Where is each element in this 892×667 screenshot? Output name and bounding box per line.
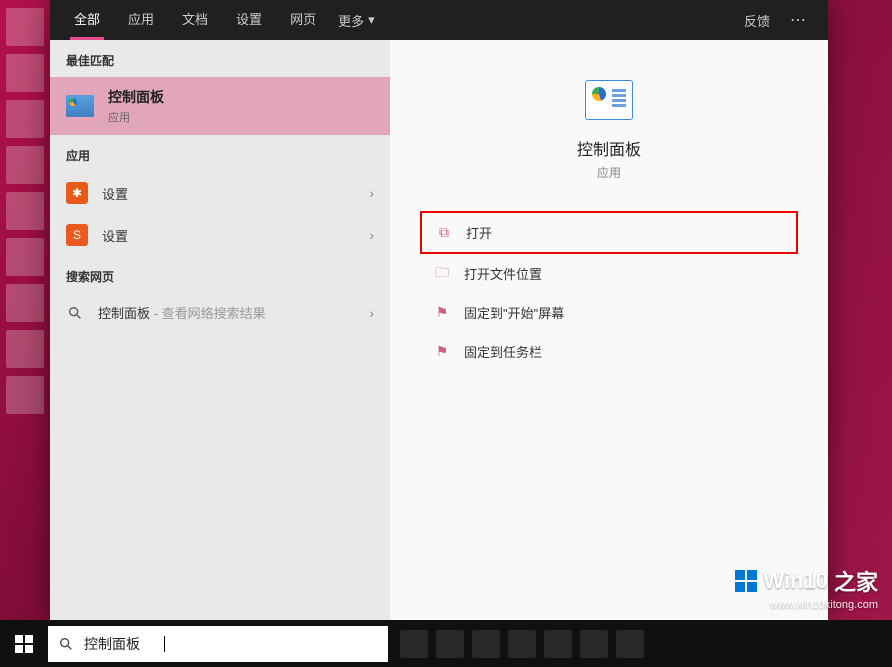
web-result-row[interactable]: 控制面板 - 查看网络搜索结果 ›	[50, 293, 390, 332]
app-result-label: 设置	[102, 226, 355, 245]
open-icon: ⧉	[436, 225, 452, 241]
watermark-brand-pre: Win10	[763, 568, 828, 594]
tab-docs[interactable]: 文档	[168, 0, 222, 40]
desktop-icon[interactable]	[6, 54, 44, 92]
best-match-result[interactable]: 控制面板 应用	[50, 77, 390, 135]
taskbar	[0, 620, 892, 667]
web-result-term: 控制面板	[98, 306, 150, 321]
search-input[interactable]	[84, 636, 388, 652]
taskbar-app-icon[interactable]	[616, 630, 644, 658]
watermark-brand-post: 之家	[834, 565, 878, 597]
gear-icon: ✱	[66, 182, 88, 204]
desktop-icon[interactable]	[6, 238, 44, 276]
detail-subtitle: 应用	[597, 164, 621, 181]
desktop-icon[interactable]	[6, 330, 44, 368]
section-best-match: 最佳匹配	[50, 40, 390, 77]
action-open-location[interactable]: 🗀 打开文件位置	[420, 254, 798, 293]
section-web: 搜索网页	[50, 256, 390, 293]
action-pin-start[interactable]: ⚑ 固定到"开始"屏幕	[420, 293, 798, 332]
text-cursor	[164, 636, 165, 652]
tab-settings[interactable]: 设置	[222, 0, 276, 40]
taskbar-app-icons	[400, 630, 644, 658]
tab-web[interactable]: 网页	[276, 0, 330, 40]
taskbar-app-icon[interactable]	[508, 630, 536, 658]
chevron-right-icon: ›	[369, 227, 374, 243]
taskbar-app-icon[interactable]	[580, 630, 608, 658]
taskbar-app-icon[interactable]	[472, 630, 500, 658]
results-column: 最佳匹配 控制面板 应用 应用 ✱ 设置 › S 设置 › 搜索网页 控制面板 …	[50, 0, 390, 620]
search-icon	[66, 304, 84, 322]
chevron-right-icon: ›	[369, 305, 374, 321]
app-result-row[interactable]: ✱ 设置 ›	[50, 172, 390, 214]
action-list: ⧉ 打开 🗀 打开文件位置 ⚑ 固定到"开始"屏幕 ⚑ 固定到任务栏	[390, 211, 828, 371]
web-result-text: 控制面板 - 查看网络搜索结果	[98, 303, 355, 322]
app-result-row[interactable]: S 设置 ›	[50, 214, 390, 256]
detail-column: 控制面板 应用 ⧉ 打开 🗀 打开文件位置 ⚑ 固定到"开始"屏幕 ⚑ 固定到任…	[390, 0, 828, 620]
desktop-icons-strip	[0, 0, 50, 620]
desktop-icon[interactable]	[6, 8, 44, 46]
feedback-link[interactable]: 反馈	[734, 11, 780, 30]
folder-icon: 🗀	[434, 266, 450, 282]
detail-title: 控制面板	[577, 136, 641, 160]
action-label: 打开	[466, 223, 492, 242]
action-label: 固定到任务栏	[464, 342, 542, 361]
action-label: 固定到"开始"屏幕	[464, 303, 564, 322]
desktop-icon[interactable]	[6, 376, 44, 414]
chevron-right-icon: ›	[369, 185, 374, 201]
windows-logo-icon	[15, 635, 33, 653]
taskbar-app-icon[interactable]	[544, 630, 572, 658]
tab-more-label: 更多	[338, 11, 364, 30]
best-match-title: 控制面板	[108, 87, 164, 107]
watermark-url: www.win10xitong.com	[735, 599, 878, 611]
search-tabs-bar: 全部 应用 文档 设置 网页 更多 ▾ 反馈 ⋯	[50, 0, 828, 40]
start-button[interactable]	[0, 620, 48, 667]
section-apps: 应用	[50, 135, 390, 172]
tab-apps[interactable]: 应用	[114, 0, 168, 40]
desktop-icon[interactable]	[6, 146, 44, 184]
action-label: 打开文件位置	[464, 264, 542, 283]
desktop-icon[interactable]	[6, 100, 44, 138]
tab-more[interactable]: 更多 ▾	[330, 11, 383, 30]
pin-icon: ⚑	[434, 305, 450, 321]
action-pin-taskbar[interactable]: ⚑ 固定到任务栏	[420, 332, 798, 371]
pin-icon: ⚑	[434, 344, 450, 360]
best-match-subtitle: 应用	[108, 109, 164, 125]
more-options-button[interactable]: ⋯	[780, 10, 818, 30]
search-panel: 最佳匹配 控制面板 应用 应用 ✱ 设置 › S 设置 › 搜索网页 控制面板 …	[50, 0, 828, 620]
windows-logo-icon	[735, 570, 757, 592]
taskbar-app-icon[interactable]	[436, 630, 464, 658]
desktop-icon[interactable]	[6, 284, 44, 322]
control-panel-icon	[66, 95, 94, 117]
tab-all[interactable]: 全部	[60, 0, 114, 40]
sogou-icon: S	[66, 224, 88, 246]
app-result-label: 设置	[102, 184, 355, 203]
control-panel-large-icon	[585, 80, 633, 120]
desktop-icon[interactable]	[6, 192, 44, 230]
taskbar-search-box[interactable]	[48, 626, 388, 662]
chevron-down-icon: ▾	[368, 12, 375, 28]
watermark: Win10之家 www.win10xitong.com	[735, 565, 878, 611]
taskbar-app-icon[interactable]	[400, 630, 428, 658]
search-icon	[48, 636, 84, 652]
action-open[interactable]: ⧉ 打开	[420, 211, 798, 254]
web-result-hint: - 查看网络搜索结果	[150, 306, 266, 321]
